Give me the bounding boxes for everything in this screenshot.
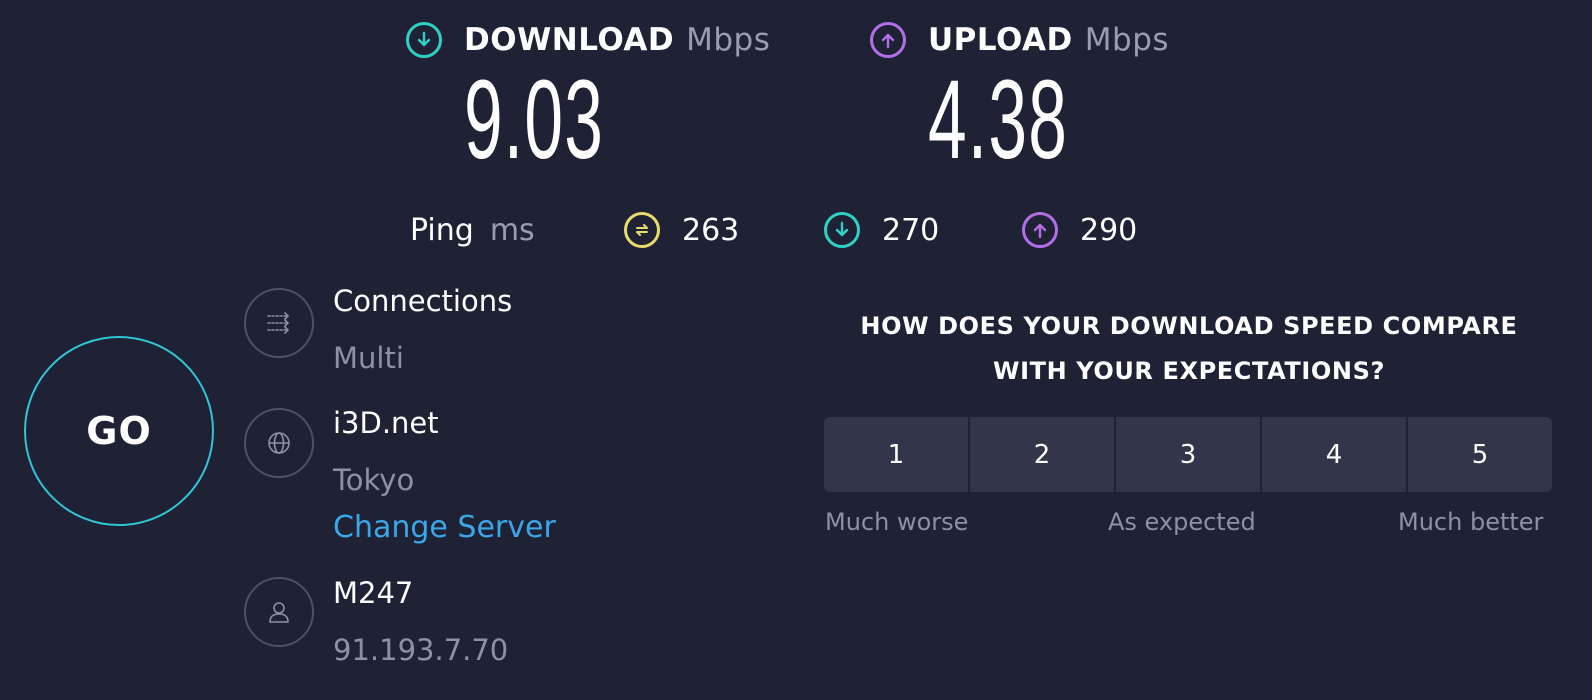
go-button[interactable]: GO <box>24 336 214 526</box>
survey-question: HOW DOES YOUR DOWNLOAD SPEED COMPARE WIT… <box>860 312 1518 385</box>
download-header: DOWNLOAD Mbps <box>406 18 770 62</box>
ping-upload: 290 <box>1022 206 1137 254</box>
upload-arrow-icon <box>870 22 906 58</box>
connections-mode: Multi <box>333 341 404 375</box>
ping-label: Ping <box>410 212 474 248</box>
connections-title: Connections <box>333 284 513 318</box>
ping-idle-value: 263 <box>682 212 740 248</box>
change-server-link[interactable]: Change Server <box>333 510 556 545</box>
rating-button-3[interactable]: 3 <box>1116 417 1262 492</box>
rating-scale: 1 2 3 4 5 <box>824 417 1552 492</box>
upload-header: UPLOAD Mbps <box>870 18 1169 62</box>
download-speed-value: 9.03 <box>463 57 605 182</box>
download-latency-icon <box>824 212 860 248</box>
user-icon <box>244 577 314 647</box>
rating-high-label: Much better <box>1398 508 1544 536</box>
download-unit: Mbps <box>686 22 771 58</box>
rating-low-label: Much worse <box>825 508 969 536</box>
server-name: i3D.net <box>333 406 439 440</box>
upload-label: UPLOAD <box>928 22 1073 58</box>
provider-name: M247 <box>333 576 414 610</box>
ping-idle: 263 <box>624 206 739 254</box>
rating-button-5[interactable]: 5 <box>1408 417 1552 492</box>
rating-button-4[interactable]: 4 <box>1262 417 1408 492</box>
ping-download: 270 <box>824 206 939 254</box>
upload-unit: Mbps <box>1084 22 1170 58</box>
provider-ip: 91.193.7.70 <box>333 633 509 667</box>
download-arrow-icon <box>406 22 442 58</box>
globe-icon <box>244 408 314 478</box>
idle-latency-icon <box>624 212 660 248</box>
ping-unit: ms <box>489 212 535 248</box>
upload-latency-icon <box>1022 212 1058 248</box>
ping-header: Ping ms <box>410 206 535 254</box>
rating-button-2[interactable]: 2 <box>970 417 1116 492</box>
rating-button-1[interactable]: 1 <box>824 417 970 492</box>
ping-upload-value: 290 <box>1080 212 1138 248</box>
server-location: Tokyo <box>333 463 415 497</box>
rating-mid-label: As expected <box>1108 508 1256 536</box>
upload-speed-value: 4.38 <box>927 57 1069 182</box>
connections-icon <box>244 288 314 358</box>
download-label: DOWNLOAD <box>464 22 675 58</box>
ping-download-value: 270 <box>882 212 940 248</box>
